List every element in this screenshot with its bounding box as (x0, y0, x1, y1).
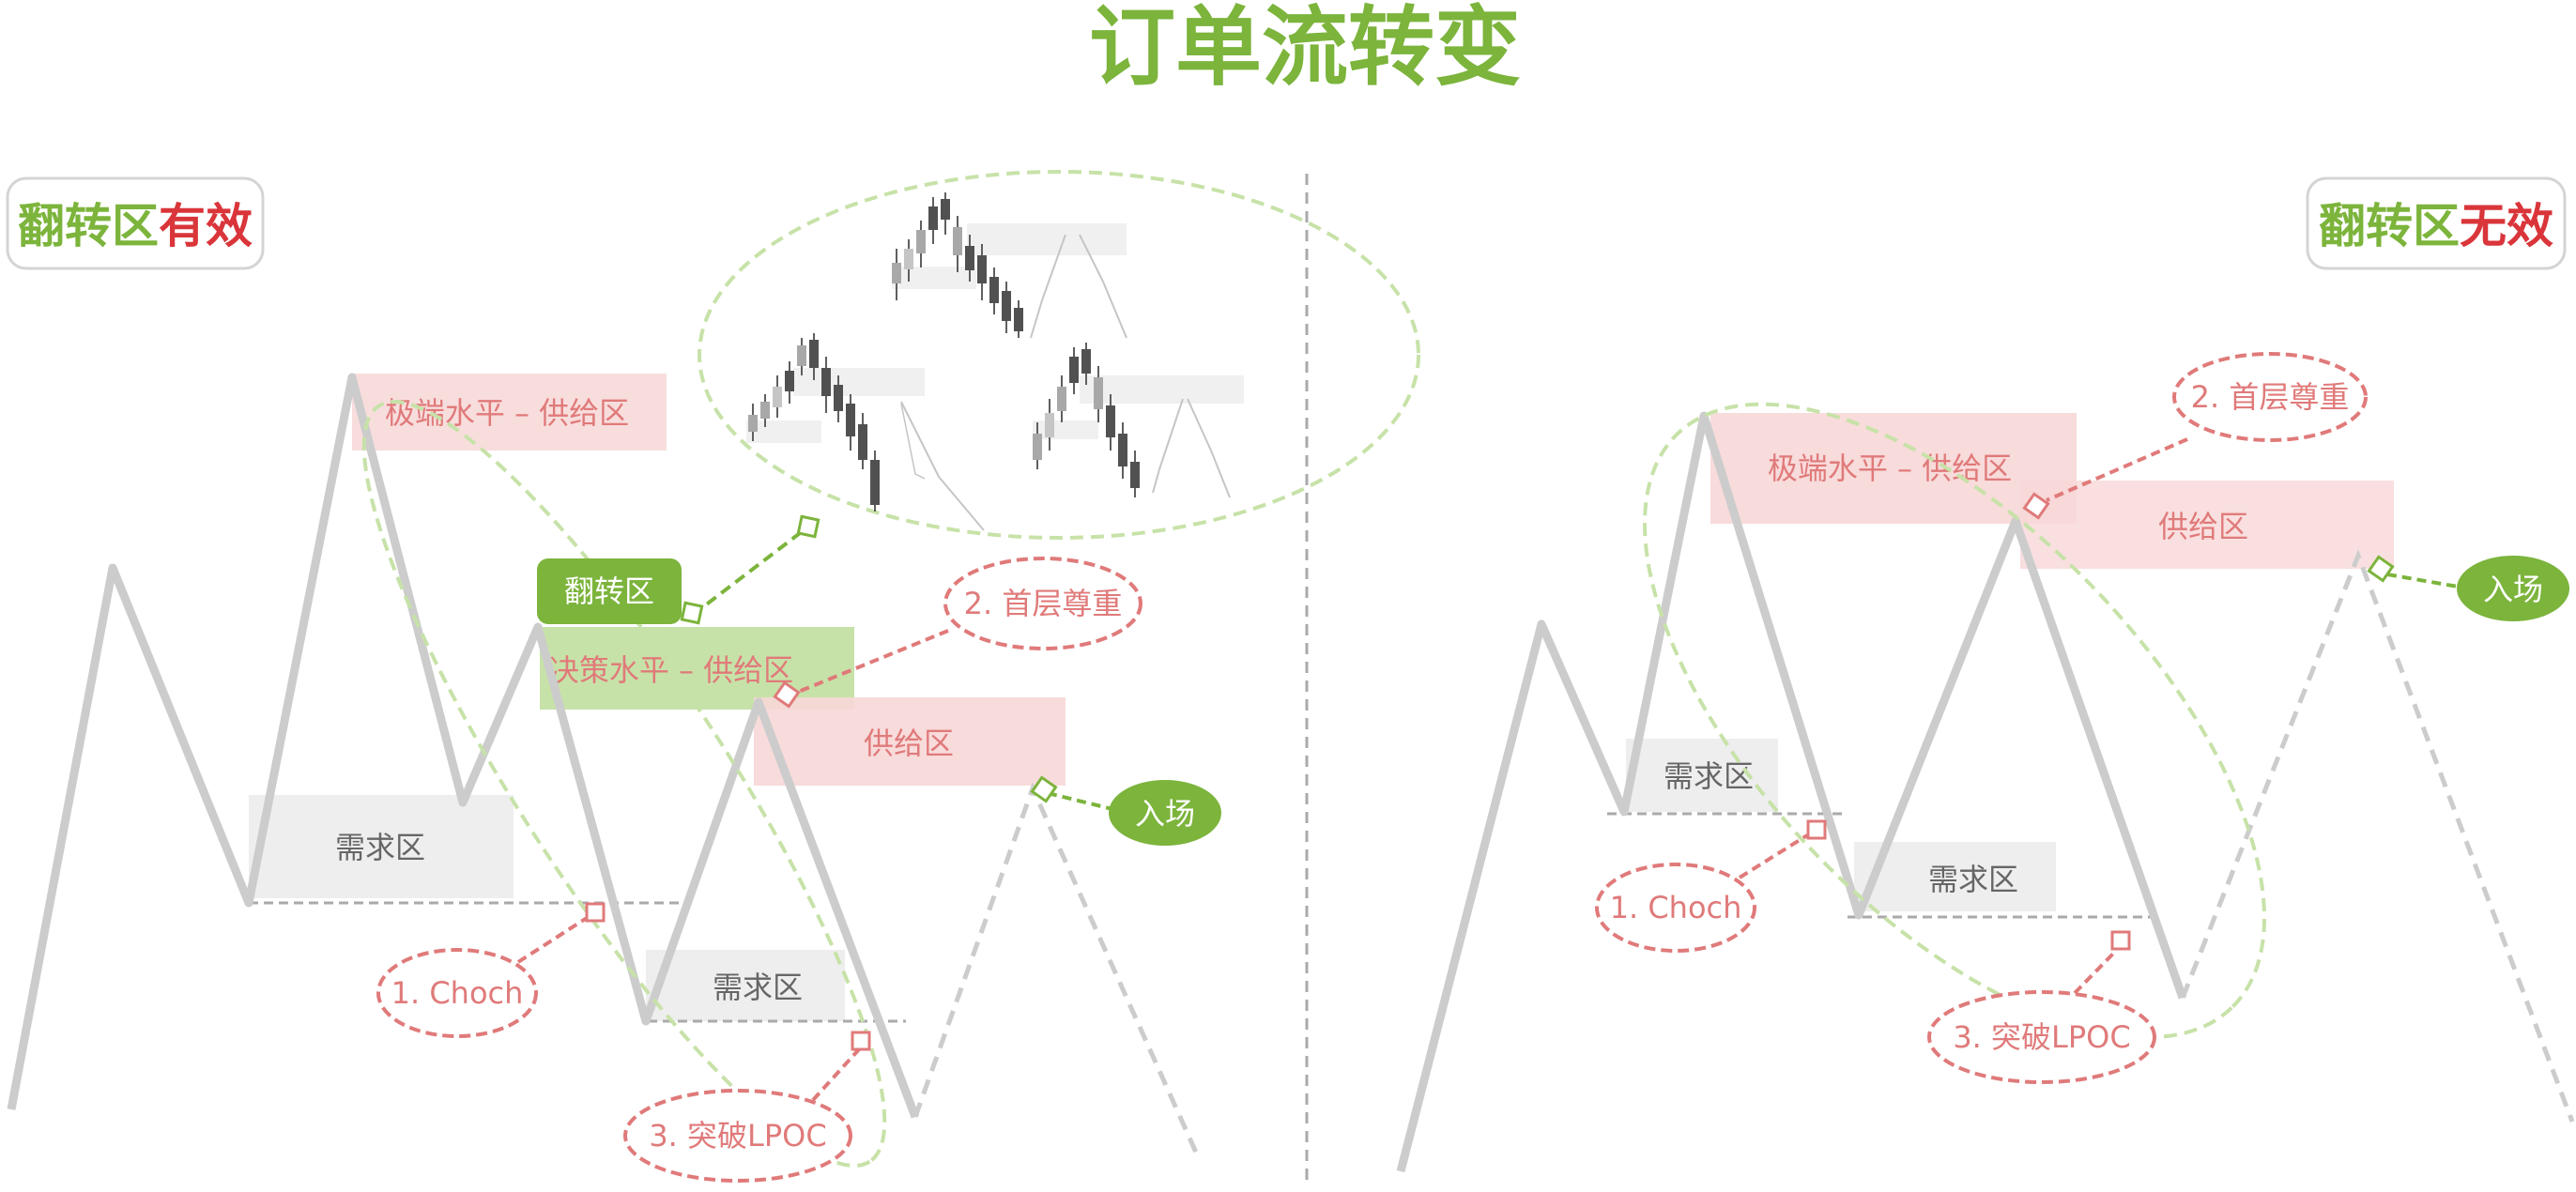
left-step3-marker (851, 1031, 871, 1051)
left-panel: 翻转区有效 极端水平 – 供给区 决策水平 – 供给区 供给区 需求区 需求区 (6, 170, 1420, 1183)
right-entry-label: 入场 (2483, 572, 2543, 607)
right-projected-path (2180, 549, 2575, 1123)
left-extreme-supply-label: 极端水平 – 供给区 (385, 395, 629, 431)
right-badge-invalid-label: 无效 (2460, 199, 2553, 253)
left-demand-upper-label: 需求区 (335, 830, 425, 865)
right-badge-flip-label: 翻转区 (2319, 199, 2460, 253)
right-demand-lower-label: 需求区 (1928, 862, 2018, 897)
page-title: 订单流转变 (1089, 0, 1521, 98)
left-step2-label: 2. 首层尊重 (964, 586, 1123, 621)
left-inset-anchor-marker (796, 514, 820, 539)
right-badge: 翻转区无效 (2319, 199, 2553, 253)
candlestick-chart-thumbnails-icon (746, 192, 1244, 531)
right-step1-marker (1806, 819, 1827, 840)
left-supply-label: 供给区 (864, 726, 954, 761)
left-badge-valid-label: 有效 (159, 199, 253, 253)
left-entry-connector (1047, 791, 1113, 811)
right-step3-connector (2073, 951, 2116, 995)
right-step2-label: 2. 首层尊重 (2191, 379, 2350, 415)
right-supply-label: 供给区 (2158, 509, 2248, 544)
right-entry-connector (2386, 573, 2459, 588)
left-badge: 翻转区有效 (18, 199, 253, 253)
right-step1-connector (1738, 833, 1809, 879)
right-step3-marker (2110, 930, 2131, 951)
left-step1-marker (585, 902, 606, 923)
left-flip-tag-label: 翻转区 (564, 573, 654, 609)
right-extreme-supply-label: 极端水平 – 供给区 (1768, 451, 2012, 486)
left-demand-lower-label: 需求区 (713, 970, 803, 1005)
left-flip-anchor-marker (680, 601, 704, 625)
left-step1-connector (516, 916, 589, 964)
right-panel: 翻转区无效 极端水平 – 供给区 供给区 需求区 需求区 1. Choch 2.… (1396, 176, 2575, 1173)
left-step3-label: 3. 突破LPOC (649, 1118, 826, 1154)
left-step3-connector (811, 1047, 861, 1102)
right-demand-upper-label: 需求区 (1664, 758, 1754, 794)
left-flip-connector (691, 526, 809, 617)
left-entry-label: 入场 (1135, 796, 1195, 832)
right-step3-label: 3. 突破LPOC (1953, 1019, 2130, 1055)
left-step1-label: 1. Choch (391, 975, 524, 1011)
right-step1-label: 1. Choch (1610, 890, 1742, 925)
left-badge-flip-label: 翻转区 (18, 199, 159, 253)
